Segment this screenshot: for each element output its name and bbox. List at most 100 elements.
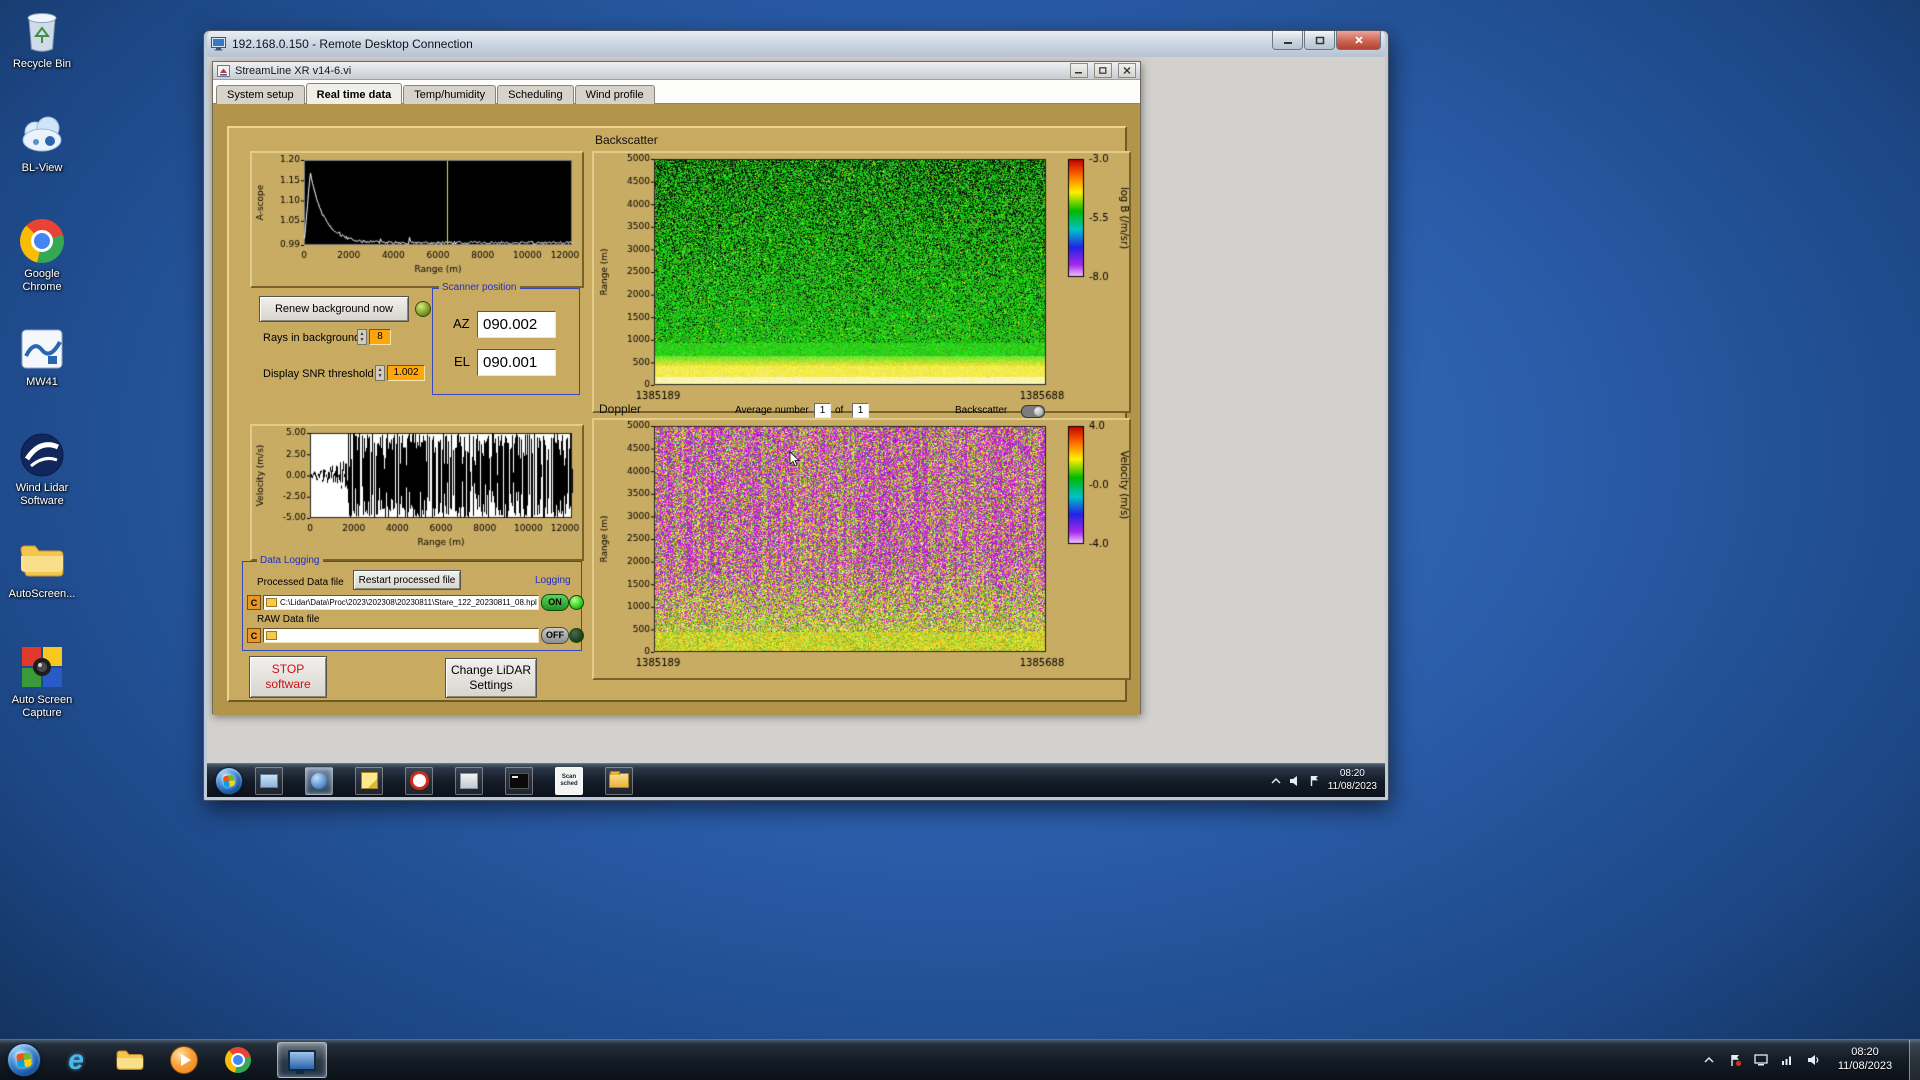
- streamline-titlebar[interactable]: StreamLine XR v14-6.vi: [213, 62, 1140, 80]
- average-of-value[interactable]: 1: [852, 403, 869, 418]
- processed-data-file-label: Processed Data file: [257, 577, 344, 588]
- taskbar-ie-icon[interactable]: e: [61, 1045, 91, 1075]
- doppler-heatmap: [592, 418, 1131, 680]
- folder-glyph-icon: [266, 631, 277, 640]
- windows-flag-icon: [16, 1052, 32, 1068]
- remote-start-button[interactable]: [215, 766, 243, 795]
- remote-task-app[interactable]: [455, 766, 483, 795]
- rdp-window: 192.168.0.150 - Remote Desktop Connectio…: [203, 30, 1389, 801]
- backscatter-toggle[interactable]: [1021, 405, 1045, 418]
- raw-data-file-label: RAW Data file: [257, 614, 320, 625]
- stop-button-line1: STOP: [271, 662, 305, 676]
- raw-logging-toggle[interactable]: OFF: [541, 627, 569, 644]
- scanner-position-group: Scanner position AZ 090.002 EL 090.001: [432, 282, 580, 395]
- streamline-maximize-button[interactable]: [1094, 63, 1112, 78]
- tray-volume-icon[interactable]: [1805, 1052, 1821, 1068]
- rdp-close-button[interactable]: [1336, 31, 1381, 50]
- rdp-icon: [211, 37, 226, 51]
- settings-button-line2: Settings: [469, 678, 513, 692]
- tray-expand-icon[interactable]: [1701, 1052, 1717, 1068]
- settings-button-line1: Change LiDAR: [450, 663, 532, 677]
- velocity-chart: [250, 424, 584, 561]
- processed-logging-toggle[interactable]: ON: [541, 594, 569, 611]
- remote-desktop: StreamLine XR v14-6.vi System setup Real…: [207, 57, 1385, 797]
- rdp-titlebar[interactable]: 192.168.0.150 - Remote Desktop Connectio…: [207, 31, 1385, 57]
- chrome-icon: [225, 1047, 251, 1073]
- mw41-icon: [4, 324, 80, 374]
- rdp-window-title: 192.168.0.150 - Remote Desktop Connectio…: [232, 37, 473, 51]
- desktop-icon-bl-view[interactable]: BL-View: [4, 110, 80, 175]
- desktop-icon-auto-screen-capture[interactable]: Auto Screen Capture: [4, 642, 80, 719]
- remote-clock-date: 11/08/2023: [1327, 780, 1377, 792]
- desktop-icon-label: MW41: [26, 376, 58, 388]
- renew-background-button[interactable]: Renew background now: [259, 296, 409, 322]
- remote-clock[interactable]: 08:20 11/08/2023: [1328, 768, 1377, 793]
- mouse-cursor: [789, 451, 801, 467]
- show-desktop-button[interactable]: [1909, 1040, 1920, 1080]
- processed-drive-box[interactable]: C: [247, 595, 261, 610]
- remote-tray-flag-icon[interactable]: [1309, 775, 1320, 787]
- average-number-label: Average number: [735, 405, 809, 416]
- rdp-maximize-button[interactable]: [1304, 31, 1335, 50]
- doppler-title: Doppler: [599, 402, 642, 416]
- desktop-icon-autoscreen-folder[interactable]: AutoScreen...: [4, 536, 80, 601]
- media-player-icon: [170, 1046, 198, 1074]
- clock-date: 11/08/2023: [1837, 1060, 1893, 1072]
- taskbar-media-player-icon[interactable]: [169, 1045, 199, 1075]
- desktop-icon-recycle-bin[interactable]: Recycle Bin: [4, 6, 80, 71]
- az-field[interactable]: 090.002: [477, 311, 556, 338]
- tab-real-time-data[interactable]: Real time data: [305, 83, 403, 104]
- raw-path-field[interactable]: [263, 628, 539, 643]
- desktop-icon-wind-lidar[interactable]: Wind Lidar Software: [4, 430, 80, 507]
- of-label: of: [835, 405, 844, 416]
- change-lidar-settings-button[interactable]: Change LiDAR Settings: [445, 658, 537, 698]
- desktop-icon-label: AutoScreen...: [8, 588, 76, 600]
- tab-system-setup[interactable]: System setup: [216, 85, 305, 104]
- tab-temp-humidity[interactable]: Temp/humidity: [403, 85, 497, 104]
- renew-background-led: [415, 301, 431, 317]
- tray-rdp-session-icon[interactable]: [1753, 1052, 1769, 1068]
- snr-spinner[interactable]: [375, 365, 385, 381]
- desktop-icon-google-chrome[interactable]: Google Chrome: [4, 216, 80, 293]
- remote-task-window[interactable]: [255, 766, 283, 795]
- taskbar-clock[interactable]: 08:20 11/08/2023: [1831, 1046, 1899, 1074]
- remote-task-scan-sched[interactable]: Scan sched: [555, 766, 583, 795]
- raw-drive-box[interactable]: C: [247, 628, 261, 643]
- snr-value[interactable]: 1.002: [387, 365, 425, 381]
- ie-letter: e: [68, 1044, 84, 1075]
- restart-processed-file-button[interactable]: Restart processed file: [353, 570, 461, 590]
- tray-network-icon[interactable]: [1779, 1052, 1795, 1068]
- stop-software-button[interactable]: STOP software: [249, 656, 327, 698]
- logging-label: Logging: [535, 575, 571, 586]
- tab-bar: System setup Real time data Temp/humidit…: [213, 80, 1140, 104]
- el-field[interactable]: 090.001: [477, 349, 556, 376]
- processed-path-field[interactable]: C:\Lidar\Data\Proc\2023\202308\20230811\…: [263, 595, 539, 610]
- remote-task-notes[interactable]: [355, 766, 383, 795]
- remote-task-lidar-app[interactable]: [305, 766, 333, 795]
- start-button[interactable]: [7, 1043, 41, 1077]
- remote-tray-expand-icon[interactable]: [1271, 777, 1281, 785]
- taskbar-explorer-icon[interactable]: [115, 1045, 145, 1075]
- tray-action-center-icon[interactable]: [1727, 1052, 1743, 1068]
- average-number-value[interactable]: 1: [814, 403, 831, 418]
- snr-threshold-label: Display SNR threshold: [263, 368, 374, 380]
- remote-task-power-app[interactable]: [405, 766, 433, 795]
- windows-flag-icon: [222, 774, 236, 787]
- taskbar-rdp-button[interactable]: [277, 1042, 327, 1078]
- wind-lidar-icon: [4, 430, 80, 480]
- rdp-minimize-button[interactable]: [1272, 31, 1303, 50]
- streamline-minimize-button[interactable]: [1070, 63, 1088, 78]
- remote-task-cmd[interactable]: [505, 766, 533, 795]
- streamline-window: StreamLine XR v14-6.vi System setup Real…: [212, 61, 1141, 715]
- rays-value[interactable]: 8: [369, 329, 391, 345]
- scanner-position-title: Scanner position: [439, 282, 520, 293]
- tab-wind-profile[interactable]: Wind profile: [574, 85, 655, 104]
- tab-scheduling[interactable]: Scheduling: [497, 85, 574, 104]
- rays-spinner[interactable]: [357, 329, 367, 345]
- streamline-close-button[interactable]: [1118, 63, 1136, 78]
- desktop-icon-mw41[interactable]: MW41: [4, 324, 80, 389]
- remote-task-folder[interactable]: [605, 766, 633, 795]
- clock-time: 08:20: [1851, 1046, 1879, 1059]
- taskbar-chrome-icon[interactable]: [223, 1045, 253, 1075]
- remote-tray-volume-icon[interactable]: [1289, 775, 1301, 787]
